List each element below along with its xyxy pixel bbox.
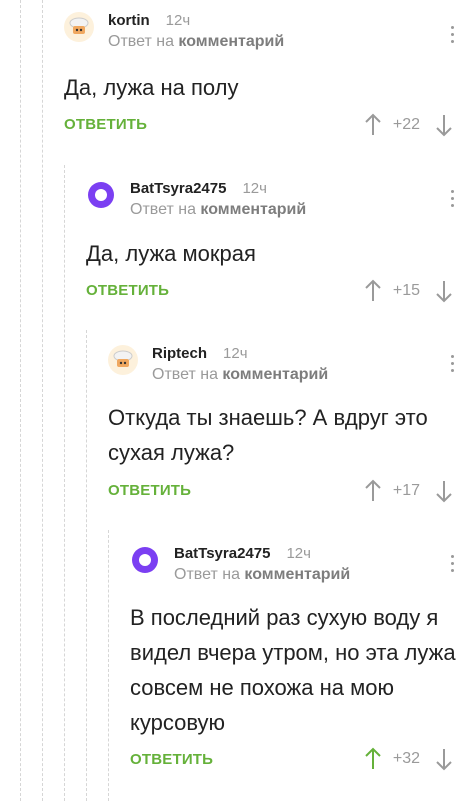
timestamp: 12ч [286, 545, 311, 562]
arrow-down-icon[interactable] [434, 746, 454, 772]
score: +22 [392, 116, 420, 133]
reply-target-link[interactable]: комментарий [244, 566, 350, 583]
reply-prefix: Ответ на [130, 201, 196, 218]
timestamp: 12ч [242, 180, 267, 197]
reply-button[interactable]: ОТВЕТИТЬ [86, 282, 169, 299]
alice-icon [132, 547, 158, 573]
avatar[interactable] [64, 12, 94, 42]
more-options-icon[interactable] [451, 355, 454, 372]
more-options-icon[interactable] [451, 190, 454, 207]
arrow-up-icon[interactable] [363, 478, 383, 504]
reply-prefix: Ответ на [174, 566, 240, 583]
avatar[interactable] [130, 545, 160, 575]
comment-text: Откуда ты знаешь? А вдруг это сухая лужа… [108, 405, 428, 465]
reply-button[interactable]: ОТВЕТИТЬ [130, 751, 213, 768]
alice-icon [88, 182, 114, 208]
arrow-up-icon[interactable] [363, 746, 383, 772]
arrow-up-icon[interactable] [363, 112, 383, 138]
chef-hat-icon [113, 350, 133, 367]
author-name[interactable]: BatTsyra2475 [130, 180, 226, 197]
reply-info: Ответ на комментарий [130, 201, 306, 219]
score: +15 [392, 282, 420, 299]
arrow-down-icon[interactable] [434, 278, 454, 304]
avatar[interactable] [108, 345, 138, 375]
reply-info: Ответ на комментарий [152, 366, 328, 384]
reply-target-link[interactable]: комментарий [222, 366, 328, 383]
reply-target-link[interactable]: комментарий [200, 201, 306, 218]
comment-text: Да, лужа мокрая [86, 241, 256, 266]
thread-line [42, 0, 43, 801]
arrow-down-icon[interactable] [434, 478, 454, 504]
comment-text: В последний раз сухую воду я видел вчера… [130, 605, 456, 735]
reply-info: Ответ на комментарий [174, 566, 350, 584]
score: +17 [392, 482, 420, 499]
reply-button[interactable]: ОТВЕТИТЬ [64, 116, 147, 133]
author-name[interactable]: kortin [108, 12, 150, 29]
reply-target-link[interactable]: комментарий [178, 33, 284, 50]
arrow-down-icon[interactable] [434, 112, 454, 138]
arrow-up-icon[interactable] [363, 278, 383, 304]
thread-line [20, 0, 21, 801]
reply-info: Ответ на комментарий [108, 33, 284, 51]
comment-text: Да, лужа на полу [64, 75, 239, 100]
author-name[interactable]: BatTsyra2475 [174, 545, 270, 562]
more-options-icon[interactable] [451, 26, 454, 43]
reply-prefix: Ответ на [152, 366, 218, 383]
timestamp: 12ч [165, 12, 191, 29]
chef-hat-icon [69, 17, 89, 34]
avatar[interactable] [86, 180, 116, 210]
reply-button[interactable]: ОТВЕТИТЬ [108, 482, 191, 499]
thread-line [108, 530, 109, 801]
thread-line [64, 165, 65, 801]
timestamp: 12ч [223, 345, 248, 362]
reply-prefix: Ответ на [108, 33, 174, 50]
thread-line [86, 330, 87, 801]
author-name[interactable]: Riptech [152, 345, 207, 362]
score: +32 [392, 750, 420, 767]
more-options-icon[interactable] [451, 555, 454, 572]
